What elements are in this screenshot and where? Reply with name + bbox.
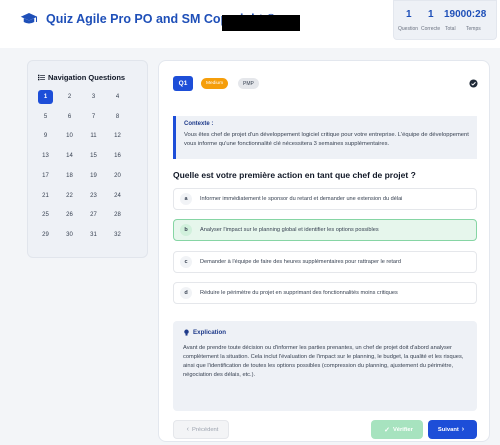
question-nav-button-16[interactable]: 16 xyxy=(110,149,125,163)
option-text: Demander à l'équipe de faire des heures … xyxy=(200,259,402,265)
question-nav-button-6[interactable]: 6 xyxy=(62,110,77,124)
question-nav-button-14[interactable]: 14 xyxy=(62,149,77,163)
context-title: Contexte : xyxy=(184,121,214,127)
timer-value: 19000:28 xyxy=(444,9,487,20)
context-text: Vous êtes chef de projet d'un développem… xyxy=(184,132,469,147)
question-nav-button-21[interactable]: 21 xyxy=(38,189,53,203)
category-badge: PMP xyxy=(238,78,259,89)
verify-label: Vérifier xyxy=(392,426,413,433)
question-nav-button-23[interactable]: 23 xyxy=(86,189,101,203)
question-nav-button-24[interactable]: 24 xyxy=(110,189,125,203)
explanation-title-text: Explication xyxy=(193,329,227,336)
question-nav-button-26[interactable]: 26 xyxy=(62,208,77,222)
question-nav-button-20[interactable]: 20 xyxy=(110,169,125,183)
question-nav-button-29[interactable]: 29 xyxy=(38,228,53,242)
explanation-text: Avant de prendre toute décision ou d'inf… xyxy=(183,345,464,379)
question-nav-button-28[interactable]: 28 xyxy=(110,208,125,222)
option-text: Informer immédiatement le sponsor du ret… xyxy=(200,196,403,202)
option-c[interactable]: c Demander à l'équipe de faire des heure… xyxy=(173,251,477,273)
option-letter: c xyxy=(180,256,192,268)
option-letter: d xyxy=(180,287,192,299)
correct-count: 1 xyxy=(428,9,434,20)
option-text: Analyser l'impact sur le planning global… xyxy=(200,227,379,233)
chevron-left-icon: ‹ xyxy=(186,426,189,433)
time-label: Temps xyxy=(466,26,481,32)
question-nav-button-34[interactable]: 34 xyxy=(62,248,77,251)
nav-title-text: Navigation Questions xyxy=(48,73,126,82)
redacted-name xyxy=(222,15,300,31)
question-nav-button-27[interactable]: 27 xyxy=(86,208,101,222)
question-nav-button-10[interactable]: 10 xyxy=(62,129,77,143)
option-d[interactable]: d Réduire le périmètre du projet en supp… xyxy=(173,282,477,304)
question-label: Question xyxy=(398,26,419,32)
stats-panel: 1 1 19000:28 Question Correcte Total Tem… xyxy=(393,0,497,40)
total-label: Total xyxy=(445,26,456,32)
question-nav-button-2[interactable]: 2 xyxy=(62,90,77,104)
question-nav-button-17[interactable]: 17 xyxy=(38,169,53,183)
question-nav-button-22[interactable]: 22 xyxy=(62,189,77,203)
difficulty-badge: Medium xyxy=(201,78,229,89)
question-nav-button-36[interactable]: 36 xyxy=(110,248,125,251)
option-a[interactable]: a Informer immédiatement le sponsor du r… xyxy=(173,188,477,210)
question-nav-button-32[interactable]: 32 xyxy=(110,228,125,242)
question-nav-button-9[interactable]: 9 xyxy=(38,129,53,143)
chevron-right-icon: › xyxy=(461,426,465,433)
previous-button[interactable]: ‹ Précédent xyxy=(173,420,229,439)
explanation-box: Explication Avant de prendre toute décis… xyxy=(173,321,477,411)
question-count: 1 xyxy=(406,9,412,20)
question-nav-button-4[interactable]: 4 xyxy=(110,90,125,104)
question-nav-button-7[interactable]: 7 xyxy=(86,110,101,124)
correct-label: Correcte xyxy=(421,26,441,32)
question-nav-button-31[interactable]: 31 xyxy=(86,228,101,242)
question-number-grid: 1 2 3 4 5 6 7 8 9 10 11 12 13 14 15 16 17 18 19 20 21 22 23 24 2… xyxy=(36,89,140,251)
question-nav-button-15[interactable]: 15 xyxy=(86,149,101,163)
question-nav-button-1[interactable]: 1 xyxy=(38,90,53,104)
list-icon xyxy=(38,74,45,81)
previous-label: Précédent xyxy=(191,426,219,433)
question-navigation: Navigation Questions 1 2 3 4 5 6 7 8 9 10 11 12 13 14… xyxy=(27,60,148,258)
question-nav-button-30[interactable]: 30 xyxy=(62,228,77,242)
option-letter: a xyxy=(180,193,192,205)
option-letter: b xyxy=(180,224,192,236)
question-nav-button-25[interactable]: 25 xyxy=(38,208,53,222)
graduation-cap-icon xyxy=(20,13,38,24)
option-b[interactable]: b Analyser l'impact sur le planning glob… xyxy=(173,219,477,241)
verify-button[interactable]: ✓ Vérifier xyxy=(371,420,423,439)
question-number-badge: Q1 xyxy=(173,76,193,91)
question-text: Quelle est votre première action en tant… xyxy=(173,170,416,180)
app-header: Quiz Agile Pro PO and SM Copyright © 1 1… xyxy=(0,0,500,48)
lightbulb-icon xyxy=(184,329,189,336)
question-nav-button-11[interactable]: 11 xyxy=(86,129,101,143)
option-text: Réduire le périmètre du projet en suppri… xyxy=(200,290,398,296)
context-box: Contexte : Vous êtes chef de projet d'un… xyxy=(173,116,477,159)
next-button[interactable]: Suivant › xyxy=(428,420,477,439)
question-nav-button-35[interactable]: 35 xyxy=(86,248,101,251)
check-circle-icon xyxy=(469,79,478,88)
check-icon: ✓ xyxy=(384,426,390,434)
question-nav-button-3[interactable]: 3 xyxy=(86,90,101,104)
nav-title: Navigation Questions xyxy=(38,73,125,82)
explanation-title: Explication xyxy=(183,329,467,336)
question-nav-button-19[interactable]: 19 xyxy=(86,169,101,183)
question-nav-button-33[interactable]: 33 xyxy=(38,248,53,251)
question-nav-button-8[interactable]: 8 xyxy=(110,110,125,124)
question-nav-button-13[interactable]: 13 xyxy=(38,149,53,163)
next-label: Suivant xyxy=(437,426,459,433)
question-nav-button-5[interactable]: 5 xyxy=(38,110,53,124)
question-nav-button-18[interactable]: 18 xyxy=(62,169,77,183)
question-card: Q1 Medium PMP Contexte : Vous êtes chef … xyxy=(158,60,490,442)
question-nav-button-12[interactable]: 12 xyxy=(110,129,125,143)
